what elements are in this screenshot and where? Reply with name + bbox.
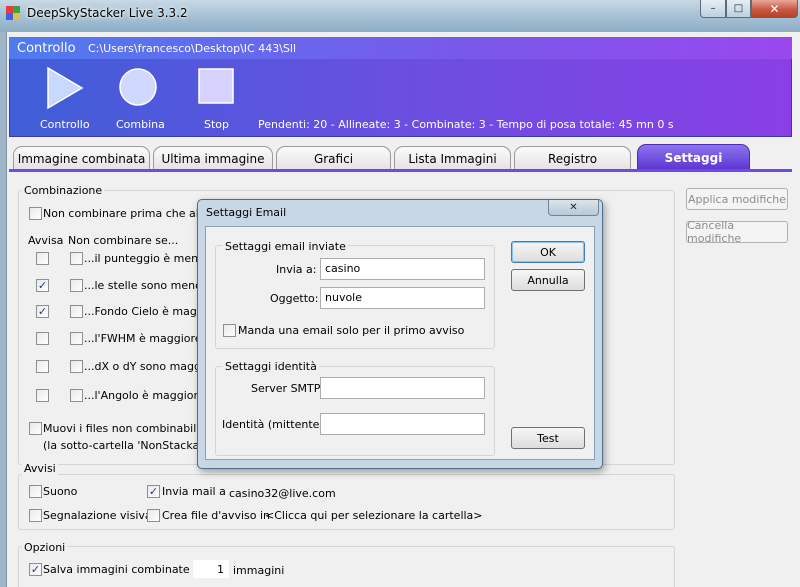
skip-dxdy-checkbox[interactable] [70, 360, 83, 373]
create-alert-file-checkbox[interactable] [147, 509, 160, 522]
fwhm-rule-label: ...l'FWHM è maggiore di [84, 332, 216, 345]
monitor-button[interactable] [38, 64, 88, 116]
save-every-unit-label: immagini [233, 564, 285, 577]
skip-fwhm-checkbox[interactable] [70, 332, 83, 345]
combinazione-title: Combinazione [22, 184, 105, 197]
app-icon [6, 6, 20, 20]
stack-button[interactable] [116, 64, 166, 116]
circle-icon [119, 68, 157, 106]
save-stacked-checkbox[interactable] [29, 563, 42, 576]
sound-label: Suono [43, 485, 78, 498]
tab-settaggi[interactable]: Settaggi [637, 144, 750, 170]
dialog-close-button[interactable]: ✕ [548, 200, 599, 216]
control-panel-title: Controllo [17, 41, 76, 56]
skip-skybg-checkbox[interactable] [70, 305, 83, 318]
minimize-button[interactable]: – [700, 0, 726, 18]
stack-label: Combina [116, 118, 165, 131]
sender-input[interactable] [320, 413, 485, 435]
stop-label: Stop [204, 118, 230, 131]
tab-ultima-immagine[interactable]: Ultima immagine [153, 146, 273, 170]
visual-alert-label: Segnalazione visiva [43, 509, 152, 522]
smtp-server-input[interactable] [320, 377, 485, 399]
skip-stars-checkbox[interactable] [70, 279, 83, 292]
ok-button[interactable]: OK [511, 241, 585, 263]
subject-label: Oggetto: [270, 292, 319, 305]
avvisi-title: Avvisi [22, 462, 58, 475]
dialog-title: Settaggi Email [206, 206, 287, 219]
no-combine-checkbox[interactable] [29, 207, 42, 220]
cancel-dialog-button[interactable]: Annulla [511, 269, 585, 291]
select-folder-link[interactable]: <Clicca qui per selezionare la cartella> [265, 509, 483, 522]
apply-changes-button[interactable]: Applica modifiche [686, 188, 788, 210]
identity-settings-title: Settaggi identità [223, 360, 319, 373]
monitored-folder-path: C:\Users\francesco\Desktop\IC 443\Sll [88, 42, 297, 55]
tab-lista-immagini[interactable]: Lista Immagini [394, 146, 511, 170]
avvisa-fwhm-checkbox[interactable] [36, 332, 49, 345]
tab-immagine-combinata[interactable]: Immagine combinata [13, 146, 150, 170]
sender-label: Identità (mittente): [222, 418, 328, 431]
email-address-link[interactable]: casino32@live.com [229, 487, 336, 500]
subject-input[interactable]: nuvole [320, 287, 485, 309]
skip-score-checkbox[interactable] [70, 252, 83, 265]
stacking-status: Pendenti: 20 - Allineate: 3 - Combinate:… [258, 118, 674, 131]
dxdy-rule-label: ...dX o dY sono maggior [84, 360, 216, 373]
move-files-checkbox[interactable] [29, 422, 42, 435]
avvisa-stars-checkbox[interactable] [36, 279, 49, 292]
sound-checkbox[interactable] [29, 485, 42, 498]
score-rule-label: ...il punteggio è meno d [84, 252, 216, 265]
send-mail-label: Invia mail a [162, 485, 226, 498]
first-alert-only-label: Manda una email solo per il primo avviso [238, 324, 465, 337]
save-stacked-label: Salva immagini combinate ogni [43, 563, 217, 576]
close-icon: ✕ [569, 202, 578, 213]
smtp-label: Server SMTP: [251, 382, 325, 395]
window-title: DeepSkyStacker Live 3.3.2 [27, 6, 188, 20]
stop-icon [198, 68, 234, 104]
visual-alert-checkbox[interactable] [29, 509, 42, 522]
tab-underline [9, 169, 792, 172]
opzioni-title: Opzioni [22, 541, 68, 554]
non-combinare-header: Non combinare se... [68, 234, 179, 247]
stop-button[interactable] [196, 66, 238, 108]
cancel-changes-button[interactable]: Cancella modifiche [686, 219, 788, 245]
tab-registro[interactable]: Registro [514, 146, 631, 170]
avvisa-dxdy-checkbox[interactable] [36, 360, 49, 373]
skip-angle-checkbox[interactable] [70, 389, 83, 402]
avvisa-header: Avvisa [28, 234, 64, 247]
maximize-button[interactable]: □ [726, 0, 751, 18]
to-input[interactable]: casino [320, 258, 485, 280]
to-label: Invia a: [276, 263, 317, 276]
save-every-count-input[interactable]: 1 [193, 560, 229, 578]
move-files-subfolder-note: (la sotto-cartella 'NonStackable' [43, 439, 220, 452]
monitor-label: Controllo [40, 118, 90, 131]
sent-settings-title: Settaggi email inviate [223, 240, 348, 253]
angle-rule-label: ...l'Angolo è maggiore d [84, 389, 216, 402]
play-icon [47, 66, 84, 110]
close-window-button[interactable]: ✕ [751, 0, 798, 18]
create-alert-file-label: Crea file d'avviso in [162, 509, 271, 522]
avvisa-score-checkbox[interactable] [36, 252, 49, 265]
send-mail-checkbox[interactable] [147, 485, 160, 498]
test-button[interactable]: Test [511, 427, 585, 449]
skybg-rule-label: ...Fondo Cielo è maggio [84, 305, 214, 318]
avvisa-angle-checkbox[interactable] [36, 389, 49, 402]
tab-grafici[interactable]: Grafici [276, 146, 391, 170]
stars-rule-label: ...le stelle sono meno di [84, 279, 216, 292]
first-alert-only-checkbox[interactable] [223, 324, 236, 337]
avvisa-skybg-checkbox[interactable] [36, 305, 49, 318]
